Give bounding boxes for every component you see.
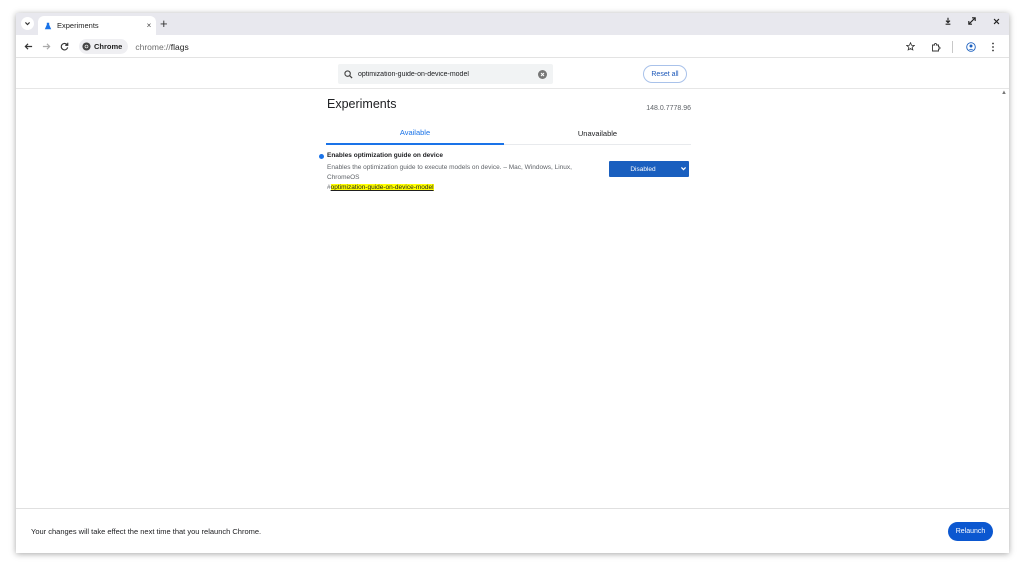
minimize-icon	[945, 17, 951, 25]
experiment-item: Enables optimization guide on device Ena…	[319, 151, 691, 211]
arrow-left-icon	[24, 42, 32, 50]
experiment-description: Enables the optimization guide to execut…	[327, 164, 572, 181]
forward-button[interactable]	[39, 39, 53, 53]
experiment-name: Enables optimization guide on device	[327, 152, 443, 159]
close-icon	[540, 72, 545, 76]
account-circle-icon	[966, 41, 976, 52]
tab-strip: Experiments × +	[16, 13, 1009, 35]
experiment-permalink: #optimization-guide-on-device-model	[327, 184, 434, 191]
toolbar-divider	[952, 40, 953, 53]
window-controls	[943, 17, 1001, 27]
experiment-state-select[interactable]: Disabled	[609, 161, 689, 177]
bookmark-button[interactable]	[902, 39, 918, 54]
minimize-button[interactable]	[943, 17, 953, 27]
experiment-link[interactable]: optimization-guide-on-device-model	[330, 184, 434, 191]
scrollbar-up-arrow[interactable]: ▲	[1001, 90, 1007, 96]
search-icon	[344, 69, 353, 79]
maximize-button[interactable]	[967, 17, 977, 27]
reload-icon	[60, 42, 68, 50]
close-icon	[993, 18, 999, 25]
chevron-down-icon	[677, 165, 689, 174]
search-box[interactable]	[338, 64, 553, 84]
version-label: 148.0.7778.96	[646, 105, 691, 112]
toolbar-actions	[892, 39, 1001, 54]
site-chip-label: Chrome	[94, 42, 123, 51]
profile-button[interactable]	[963, 39, 979, 54]
tab-available[interactable]: Available	[326, 121, 504, 145]
modified-indicator	[319, 154, 324, 159]
relaunch-message: Your changes will take effect the next t…	[31, 527, 262, 536]
tab-search-button[interactable]	[21, 17, 34, 30]
url-path: flags	[170, 41, 189, 52]
menu-button[interactable]	[985, 39, 1001, 54]
new-tab-button[interactable]: +	[160, 16, 168, 32]
chevron-down-icon	[25, 22, 30, 26]
url-scheme: chrome://	[135, 41, 171, 52]
site-info-chip[interactable]: Chrome	[79, 39, 129, 54]
tab-unavailable[interactable]: Unavailable	[504, 121, 691, 145]
more-vert-icon	[992, 42, 994, 51]
browser-toolbar: Chrome chrome://flags	[16, 35, 1009, 58]
back-button[interactable]	[21, 39, 35, 53]
flags-header: Reset all	[16, 59, 1009, 89]
reload-button[interactable]	[57, 39, 71, 53]
star-icon	[905, 42, 915, 51]
puzzle-icon	[932, 42, 941, 51]
flask-icon	[44, 22, 52, 29]
url-text: chrome://flags	[135, 42, 188, 52]
expand-icon	[968, 17, 976, 25]
tab-experiments[interactable]: Experiments ×	[38, 16, 156, 35]
close-window-button[interactable]	[991, 17, 1001, 27]
address-bar[interactable]: Chrome chrome://flags	[79, 38, 959, 55]
reset-all-button[interactable]: Reset all	[643, 65, 687, 83]
arrow-right-icon	[42, 42, 50, 50]
experiments-tabs: Available Unavailable	[326, 121, 691, 145]
tab-title: Experiments	[57, 21, 99, 30]
search-input[interactable]	[358, 66, 538, 82]
browser-window: Experiments × + Chrome chrome://flags op…	[16, 13, 1009, 553]
tab-close-button[interactable]: ×	[142, 21, 156, 30]
chrome-logo-icon	[82, 42, 91, 51]
clear-search-button[interactable]	[538, 69, 547, 79]
extensions-button[interactable]	[928, 39, 944, 54]
selected-option: Disabled	[630, 165, 656, 173]
relaunch-button[interactable]: Relaunch	[948, 522, 993, 541]
page-title: Experiments	[327, 97, 397, 111]
relaunch-bar: Your changes will take effect the next t…	[16, 508, 1009, 553]
